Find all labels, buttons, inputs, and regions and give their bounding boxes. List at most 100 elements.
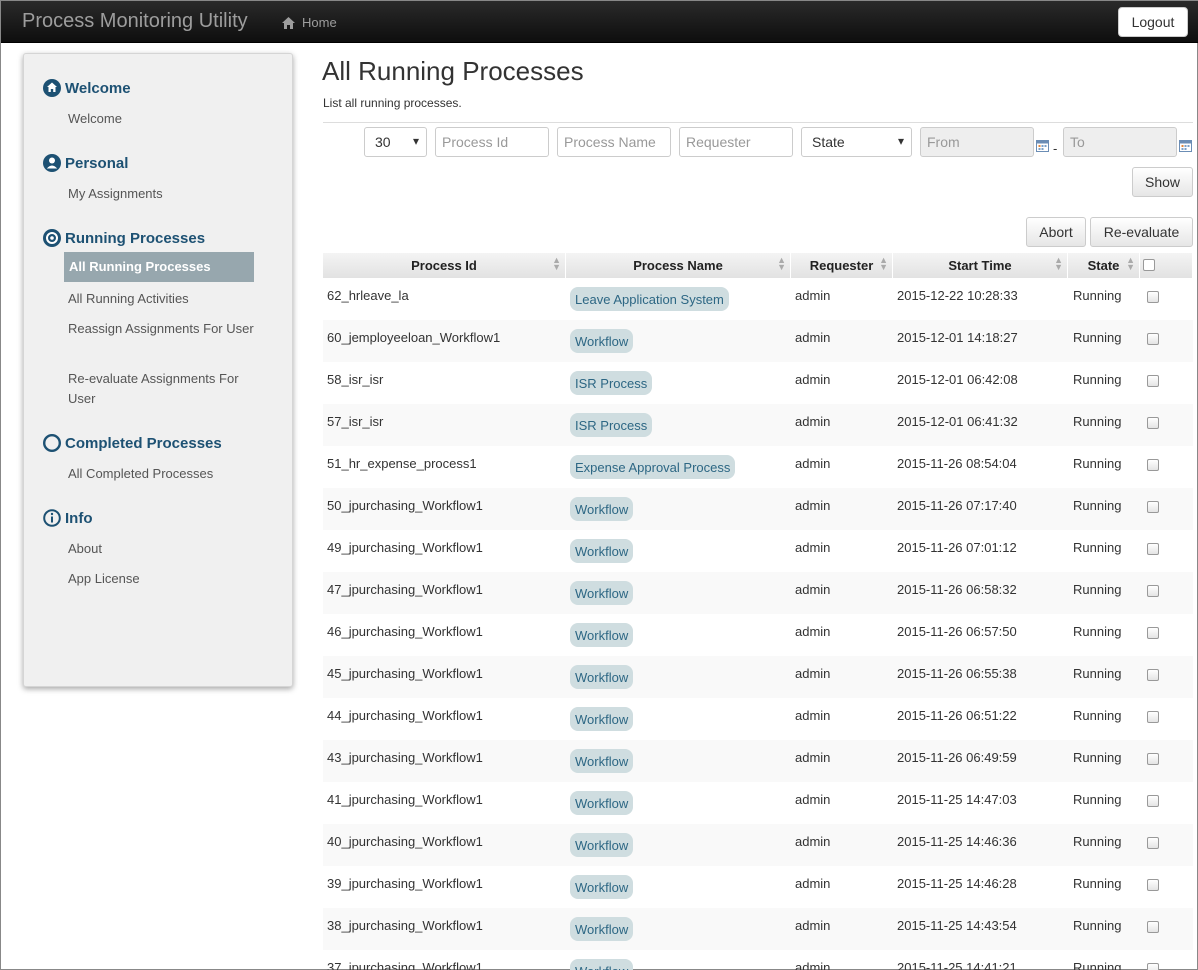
column-header-process-id[interactable]: Process Id ▲ ▼ bbox=[323, 253, 566, 278]
sidebar-item-all-completed-processes[interactable]: All Completed Processes bbox=[68, 464, 258, 484]
process-name-tag[interactable]: Workflow bbox=[570, 581, 634, 605]
process-name-tag[interactable]: Workflow bbox=[570, 707, 634, 731]
process-name-tag[interactable]: Workflow bbox=[570, 875, 634, 899]
select-all-checkbox[interactable] bbox=[1143, 259, 1155, 271]
process-name-tag[interactable]: Workflow bbox=[570, 833, 634, 857]
row-checkbox[interactable] bbox=[1147, 501, 1159, 513]
top-navbar: Process Monitoring Utility Home Logout bbox=[1, 1, 1198, 43]
column-header-state[interactable]: State ▲ ▼ bbox=[1068, 253, 1140, 278]
start-time-cell: 2015-11-26 08:54:04 bbox=[897, 456, 1017, 471]
table-row[interactable]: 37_jpurchasing_Workflow1 Workflow admin 201… bbox=[323, 950, 1193, 970]
process-name-tag[interactable]: Workflow bbox=[570, 959, 634, 970]
process-id-cell: 37_jpurchasing_Workflow1 bbox=[327, 960, 483, 970]
table-row[interactable]: 44_jpurchasing_Workflow1 Workflow admin 201… bbox=[323, 698, 1193, 740]
state-cell: Running bbox=[1073, 960, 1122, 970]
logout-button[interactable]: Logout bbox=[1118, 7, 1188, 37]
process-name-tag[interactable]: ISR Process bbox=[570, 413, 653, 437]
row-checkbox[interactable] bbox=[1147, 375, 1159, 387]
sidebar-item-all-running-processes[interactable]: All Running Processes bbox=[64, 252, 254, 282]
start-time-cell: 2015-12-01 14:18:27 bbox=[897, 330, 1018, 345]
row-checkbox[interactable] bbox=[1147, 459, 1159, 471]
requester-input[interactable]: Requester bbox=[679, 127, 793, 157]
page-size-select[interactable]: 30 bbox=[364, 127, 427, 157]
table-row[interactable]: 47_jpurchasing_Workflow1 Workflow admin 201… bbox=[323, 572, 1193, 614]
process-name-tag[interactable]: Workflow bbox=[570, 539, 634, 563]
sidebar-item-reassign-assignments[interactable]: Reassign Assignments For User bbox=[68, 319, 258, 339]
table-row[interactable]: 38_jpurchasing_Workflow1 Workflow admin 201… bbox=[323, 908, 1193, 950]
abort-button[interactable]: Abort bbox=[1026, 217, 1086, 247]
start-time-cell: 2015-11-25 14:46:28 bbox=[897, 876, 1017, 891]
row-checkbox[interactable] bbox=[1147, 627, 1159, 639]
process-id-cell: 41_jpurchasing_Workflow1 bbox=[327, 792, 483, 807]
start-time-cell: 2015-12-01 06:42:08 bbox=[897, 372, 1018, 387]
state-cell: Running bbox=[1073, 582, 1122, 597]
state-cell: Running bbox=[1073, 750, 1122, 765]
requester-cell: admin bbox=[795, 288, 831, 303]
table-row[interactable]: 45_jpurchasing_Workflow1 Workflow admin 201… bbox=[323, 656, 1193, 698]
table-row[interactable]: 41_jpurchasing_Workflow1 Workflow admin 201… bbox=[323, 782, 1193, 824]
show-button[interactable]: Show bbox=[1132, 167, 1193, 197]
start-time-cell: 2015-12-22 10:28:33 bbox=[897, 288, 1018, 303]
column-header-requester[interactable]: Requester ▲ ▼ bbox=[791, 253, 893, 278]
row-checkbox[interactable] bbox=[1147, 291, 1159, 303]
row-checkbox[interactable] bbox=[1147, 753, 1159, 765]
sidebar-item-about[interactable]: About bbox=[68, 539, 258, 559]
process-id-cell: 50_jpurchasing_Workflow1 bbox=[327, 498, 483, 513]
table-row[interactable]: 51_hr_expense_process1 Expense Approval P… bbox=[323, 446, 1193, 488]
row-checkbox[interactable] bbox=[1147, 837, 1159, 849]
row-checkbox[interactable] bbox=[1147, 585, 1159, 597]
process-name-tag[interactable]: Workflow bbox=[570, 917, 634, 941]
table-row[interactable]: 60_jemployeeloan_Workflow1 Workflow admin 2… bbox=[323, 320, 1193, 362]
process-name-tag[interactable]: Workflow bbox=[570, 623, 634, 647]
process-name-tag[interactable]: Expense Approval Process bbox=[570, 455, 736, 479]
table-row[interactable]: 49_jpurchasing_Workflow1 Workflow admin 201… bbox=[323, 530, 1193, 572]
sidebar-item-my-assignments[interactable]: My Assignments bbox=[68, 184, 258, 204]
process-name-tag[interactable]: Workflow bbox=[570, 665, 634, 689]
state-cell: Running bbox=[1073, 288, 1122, 303]
row-checkbox[interactable] bbox=[1147, 333, 1159, 345]
start-time-cell: 2015-11-26 07:17:40 bbox=[897, 498, 1017, 513]
column-header-select bbox=[1140, 253, 1193, 278]
row-checkbox[interactable] bbox=[1147, 795, 1159, 807]
process-id-input[interactable]: Process Id bbox=[435, 127, 549, 157]
process-name-tag[interactable]: Leave Application System bbox=[570, 287, 729, 311]
table-row[interactable]: 58_isr_isr ISR Process admin 2015-12-01 06:… bbox=[323, 362, 1193, 404]
row-checkbox[interactable] bbox=[1147, 963, 1159, 970]
process-name-tag[interactable]: Workflow bbox=[570, 497, 634, 521]
sidebar-item-all-running-activities[interactable]: All Running Activities bbox=[68, 289, 258, 309]
row-checkbox[interactable] bbox=[1147, 921, 1159, 933]
row-checkbox[interactable] bbox=[1147, 669, 1159, 681]
app-brand[interactable]: Process Monitoring Utility bbox=[22, 10, 248, 33]
row-checkbox[interactable] bbox=[1147, 711, 1159, 723]
process-name-tag[interactable]: Workflow bbox=[570, 791, 634, 815]
row-checkbox[interactable] bbox=[1147, 543, 1159, 555]
state-cell: Running bbox=[1073, 918, 1122, 933]
row-checkbox[interactable] bbox=[1147, 417, 1159, 429]
table-row[interactable]: 62_hrleave_la Leave Application System adm… bbox=[323, 278, 1193, 320]
process-name-input[interactable]: Process Name bbox=[557, 127, 671, 157]
sidebar-item-reevaluate-assignments[interactable]: Re-evaluate Assignments For User bbox=[68, 369, 258, 409]
to-date-input[interactable]: To bbox=[1063, 127, 1177, 157]
state-select[interactable]: State bbox=[801, 127, 912, 157]
table-row[interactable]: 43_jpurchasing_Workflow1 Workflow admin 201… bbox=[323, 740, 1193, 782]
sidebar-header-label: Welcome bbox=[65, 79, 131, 97]
process-name-tag[interactable]: Workflow bbox=[570, 749, 634, 773]
table-row[interactable]: 57_isr_isr ISR Process admin 2015-12-01 06:… bbox=[323, 404, 1193, 446]
from-date-input[interactable]: From bbox=[920, 127, 1034, 157]
table-row[interactable]: 39_jpurchasing_Workflow1 Workflow admin 201… bbox=[323, 866, 1193, 908]
process-name-tag[interactable]: Workflow bbox=[570, 329, 634, 353]
calendar-icon[interactable] bbox=[1036, 139, 1049, 152]
calendar-icon[interactable] bbox=[1179, 139, 1192, 152]
column-header-label: Requester bbox=[809, 258, 874, 273]
process-name-tag[interactable]: ISR Process bbox=[570, 371, 653, 395]
table-row[interactable]: 46_jpurchasing_Workflow1 Workflow admin 201… bbox=[323, 614, 1193, 656]
table-row[interactable]: 50_jpurchasing_Workflow1 Workflow admin 201… bbox=[323, 488, 1193, 530]
column-header-start-time[interactable]: Start Time ▲ ▼ bbox=[893, 253, 1068, 278]
table-row[interactable]: 40_jpurchasing_Workflow1 Workflow admin 201… bbox=[323, 824, 1193, 866]
column-header-process-name[interactable]: Process Name ▲ ▼ bbox=[566, 253, 791, 278]
nav-home-link[interactable]: Home bbox=[282, 15, 337, 30]
reevaluate-button[interactable]: Re-evaluate bbox=[1090, 217, 1193, 247]
row-checkbox[interactable] bbox=[1147, 879, 1159, 891]
sidebar-item-welcome[interactable]: Welcome bbox=[68, 109, 258, 129]
sidebar-item-app-license[interactable]: App License bbox=[68, 569, 258, 589]
